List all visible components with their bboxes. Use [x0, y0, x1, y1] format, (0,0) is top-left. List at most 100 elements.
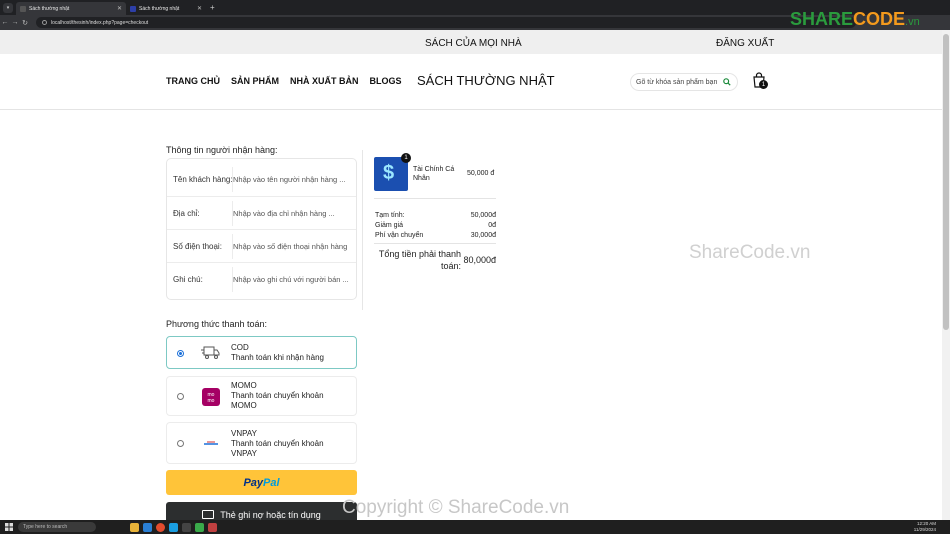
tab-search-button[interactable]: ▾ — [3, 2, 13, 13]
menu-item-blogs[interactable]: BLOGS — [370, 76, 402, 86]
search-placeholder: Gõ từ khóa sản phẩm bạn — [636, 78, 718, 86]
shipping-value: 30,000đ — [470, 232, 496, 239]
back-icon[interactable]: ← — [0, 19, 10, 26]
new-tab-button[interactable]: + — [210, 3, 215, 12]
discount-label: Giảm giá — [375, 222, 404, 229]
total-value: 80,000đ — [463, 255, 496, 265]
cod-radio[interactable] — [177, 350, 184, 357]
scrollbar-thumb[interactable] — [943, 34, 949, 330]
shipping-label: Phí vận chuyển — [375, 232, 424, 239]
address-field[interactable]: Địa chỉ: Nhập vào địa chỉ nhận hàng ... — [167, 196, 356, 229]
note-field[interactable]: Ghi chú: Nhập vào ghi chú với người bán … — [167, 262, 356, 295]
edge-icon[interactable] — [169, 522, 178, 532]
address-input[interactable]: Nhập vào địa chỉ nhận hàng ... — [233, 209, 335, 218]
field-label: Ghi chú: — [173, 274, 203, 284]
system-clock[interactable]: 12:20 AM 11/29/2024 — [914, 521, 936, 533]
site-header: TRANG CHỦ SẢN PHẨM NHÀ XUẤT BẢN BLOGS SÁ… — [0, 54, 942, 110]
vnpay-radio[interactable] — [177, 440, 184, 447]
file-explorer-icon[interactable] — [130, 522, 139, 532]
phone-input[interactable]: Nhập vào số điện thoại nhận hàng — [233, 242, 347, 251]
payment-section-title: Phương thức thanh toán: — [166, 319, 268, 329]
url-text: localhost/thesinh/index.php?page=checkou… — [51, 19, 149, 26]
windows-start-icon[interactable] — [5, 523, 13, 531]
shipping-row: Phí vận chuyển 30,000đ — [375, 232, 496, 239]
tab-title: Sách thường nhật — [139, 5, 180, 12]
total-label: Tổng tiền phải thanh toán: — [378, 249, 461, 271]
card-payment-button[interactable]: Thẻ ghi nợ hoặc tín dụng — [166, 502, 357, 520]
column-divider — [362, 150, 363, 310]
field-label: Địa chỉ: — [173, 208, 200, 218]
close-tab-icon[interactable]: ✕ — [197, 5, 202, 12]
momo-radio[interactable] — [177, 393, 184, 400]
browser-tab-active[interactable]: Sách thường nhật ✕ — [16, 2, 126, 15]
cart-button[interactable]: 1 — [752, 72, 770, 92]
sharecode-logo: SHARECODE.vn — [790, 9, 920, 29]
delivery-truck-icon — [201, 346, 220, 359]
payment-option-vnpay[interactable]: VNPAY Thanh toán chuyển khoản VNPAY — [166, 422, 357, 464]
reload-icon[interactable]: ↻ — [20, 19, 30, 27]
url-field[interactable]: localhost/thesinh/index.php?page=checkou… — [36, 17, 856, 28]
customer-name-input[interactable]: Nhập vào tên người nhận hàng ... — [233, 175, 346, 184]
subtotal-value: 50,000đ — [470, 212, 496, 219]
field-label: Tên khách hàng: — [173, 175, 233, 184]
momo-logo-icon: momo — [202, 388, 220, 406]
divider — [374, 243, 496, 244]
menu-item-products[interactable]: SẢN PHẨM — [231, 76, 279, 86]
field-label: Số điện thoại: — [173, 241, 222, 251]
taskbar-search[interactable]: Type here to search — [18, 522, 96, 532]
payment-option-cod[interactable]: COD Thanh toán khi nhận hàng — [166, 336, 357, 369]
search-input[interactable]: Gõ từ khóa sản phẩm bạn — [630, 73, 738, 91]
page-scrollbar[interactable] — [942, 30, 950, 520]
subtotal-row: Tạm tính: 50,000đ — [375, 212, 496, 219]
menu-item-home[interactable]: TRANG CHỦ — [166, 76, 220, 86]
paypal-logo-part: Pal — [263, 476, 280, 489]
payment-desc-2: MOMO — [231, 401, 257, 410]
receiver-form: Tên khách hàng: Nhập vào tên người nhận … — [166, 158, 357, 300]
site-brand[interactable]: SÁCH THƯỜNG NHẬT — [417, 73, 555, 88]
discount-value: 0đ — [488, 222, 496, 229]
payment-desc-2: VNPAY — [231, 449, 257, 458]
tab-title: Sách thường nhật — [29, 5, 70, 12]
payment-desc: Thanh toán chuyển khoản — [231, 439, 324, 448]
vnpay-logo-icon — [204, 441, 218, 445]
chrome-icon[interactable] — [156, 522, 165, 532]
receiver-section-title: Thông tin người nhận hàng: — [166, 145, 278, 155]
divider — [374, 198, 496, 199]
forward-icon[interactable]: → — [10, 19, 20, 26]
copyright-watermark: Copyright © ShareCode.vn — [342, 497, 570, 518]
top-bar: SÁCH CỦA MỌI NHÀ ĐĂNG XUẤT — [0, 30, 942, 54]
browser-tab[interactable]: Sách thường nhật ✕ — [126, 2, 206, 15]
close-tab-icon[interactable]: ✕ — [117, 5, 122, 12]
chat-app-icon[interactable] — [195, 522, 204, 532]
card-button-label: Thẻ ghi nợ hoặc tín dụng — [220, 509, 321, 520]
main-menu: TRANG CHỦ SẢN PHẨM NHÀ XUẤT BẢN BLOGS — [166, 76, 402, 86]
credit-card-icon — [202, 510, 215, 519]
phone-field[interactable]: Số điện thoại: Nhập vào số điện thoại nh… — [167, 229, 356, 262]
os-taskbar: Type here to search 12:20 AM 11/29/2024 — [0, 520, 950, 534]
paypal-button[interactable]: Pay Pal — [166, 470, 357, 495]
site-info-icon[interactable] — [42, 20, 47, 25]
svg-text:mo: mo — [208, 398, 215, 404]
web-page: SÁCH CỦA MỌI NHÀ ĐĂNG XUẤT TRANG CHỦ SẢN… — [0, 30, 942, 520]
screen: ▾ Sách thường nhật ✕ Sách thường nhật ✕ … — [0, 0, 950, 534]
watermark-text: ShareCode.vn — [689, 242, 811, 263]
payment-name: VNPAY — [231, 429, 257, 438]
item-price: 50,000 đ — [467, 170, 495, 177]
item-name: Tài Chính Cá Nhân — [413, 166, 455, 182]
subtotal-label: Tạm tính: — [375, 212, 405, 219]
tab-favicon-icon — [130, 5, 136, 12]
note-input[interactable]: Nhập vào ghi chú với người bán ... — [233, 275, 349, 284]
customer-name-field[interactable]: Tên khách hàng: Nhập vào tên người nhận … — [167, 163, 356, 196]
paypal-logo-part: Pay — [243, 476, 264, 489]
payment-option-momo[interactable]: mo mo MOMO Thanh toán chuyển khoản MOMO — [166, 376, 357, 416]
payment-name: MOMO — [231, 381, 257, 390]
logout-link[interactable]: ĐĂNG XUẤT — [716, 38, 774, 49]
payment-name: COD — [231, 343, 249, 352]
app-icon[interactable] — [208, 522, 217, 532]
vscode-icon[interactable] — [143, 522, 152, 532]
menu-item-publishers[interactable]: NHÀ XUẤT BẢN — [290, 76, 359, 86]
terminal-icon[interactable] — [182, 522, 191, 532]
payment-desc: Thanh toán khi nhận hàng — [231, 353, 324, 362]
item-quantity-badge: 1 — [401, 153, 411, 163]
search-icon[interactable] — [723, 78, 731, 86]
